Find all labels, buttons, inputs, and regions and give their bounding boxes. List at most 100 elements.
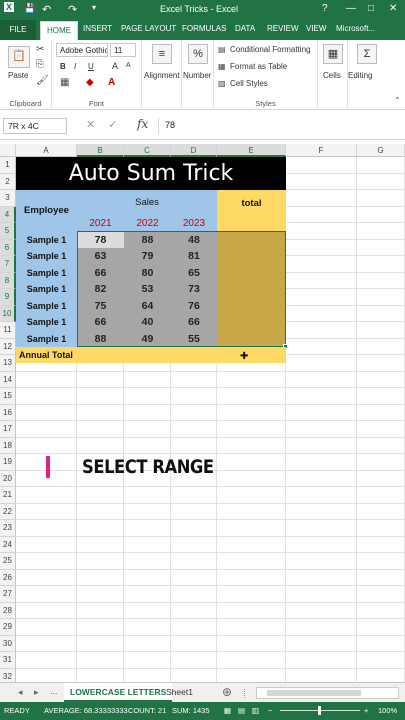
row-header-16[interactable]: 17 [0,421,16,438]
column-header-1[interactable]: B [77,144,124,157]
percent-icon[interactable]: % [188,44,208,64]
employee-name-cell[interactable]: Sample 1 [16,297,77,314]
row-header-15[interactable]: 16 [0,404,16,421]
more-sheets-icon[interactable]: ... [50,686,58,696]
editing-label[interactable]: Editing [348,71,372,80]
column-header-5[interactable]: F [286,144,357,157]
number-label[interactable]: Number [183,71,211,80]
row-header-17[interactable]: 18 [0,437,16,454]
help-button[interactable]: ? [322,3,328,14]
row-header-3[interactable]: 4 [0,206,16,223]
row-header-20[interactable]: 21 [0,487,16,504]
worksheet-grid[interactable]: A B C D E F G 1 2 3 4 5 6 7 8 9 10 11 12 13 14 15 16 17 18 19 20 21… [0,144,405,682]
maximize-button[interactable]: □ [368,3,374,14]
tab-insert[interactable]: INSERT [83,24,112,33]
sheet-tab-sheet1[interactable]: Sheet1 [166,687,193,697]
customize-quick-access-icon[interactable]: ▾ [92,3,96,12]
row-header-4[interactable]: 5 [0,223,16,240]
format-painter-icon[interactable]: 🖌 [36,76,49,86]
zoom-slider-thumb[interactable] [318,706,321,715]
row-header-9[interactable]: 10 [0,305,16,322]
add-sheet-icon[interactable]: ⊕ [222,685,232,699]
page-layout-view-icon[interactable]: ▤ [238,706,245,715]
row-header-27[interactable]: 28 [0,602,16,619]
font-size-box[interactable]: 11 [110,43,136,57]
paste-label[interactable]: Paste [8,71,28,80]
zoom-in-icon[interactable]: + [364,706,368,715]
row-header-12[interactable]: 13 [0,355,16,372]
undo-icon[interactable]: ↶ [42,3,51,16]
year-header-2[interactable]: 2023 [171,214,217,232]
name-box[interactable]: 7R x 4C [3,118,67,134]
cells-label[interactable]: Cells [323,71,341,80]
select-all-corner[interactable] [0,144,16,157]
row-header-23[interactable]: 24 [0,536,16,553]
column-header-3[interactable]: D [171,144,217,157]
collapse-ribbon-icon[interactable]: ⌃ [394,96,401,106]
employee-name-cell[interactable]: Sample 1 [16,247,77,265]
zoom-slider[interactable] [280,706,360,715]
account-name[interactable]: Microsoft... [336,24,375,33]
employee-name-cell[interactable]: Sample 1 [16,231,77,248]
editing-icon[interactable]: Σ [357,44,377,64]
row-header-28[interactable]: 29 [0,619,16,636]
row-header-26[interactable]: 27 [0,586,16,603]
shrink-font-button[interactable]: A [126,62,131,69]
cell-styles-button[interactable]: Cell Styles [230,79,268,88]
row-header-13[interactable]: 14 [0,371,16,388]
row-header-30[interactable]: 31 [0,652,16,669]
row-header-25[interactable]: 26 [0,569,16,586]
employee-header[interactable]: Employee [16,190,77,232]
row-header-24[interactable]: 25 [0,553,16,570]
insert-function-icon[interactable]: fx [137,117,148,131]
row-header-14[interactable]: 15 [0,388,16,405]
row-header-1[interactable]: 2 [0,173,16,190]
cell-styles-icon[interactable]: ▧ [218,79,226,89]
font-name-box[interactable]: Adobe Gothic [56,43,108,57]
year-header-0[interactable]: 2021 [77,214,124,232]
row-header-21[interactable]: 22 [0,503,16,520]
redo-icon[interactable]: ↷ [68,3,77,16]
tab-data[interactable]: DATA [235,24,255,33]
sales-header[interactable]: Sales [77,190,217,215]
tab-home[interactable]: HOME [40,21,78,40]
row-header-11[interactable]: 12 [0,338,16,355]
tab-page-layout[interactable]: PAGE LAYOUT [121,24,176,33]
prev-sheet-icon[interactable]: ◂ [18,687,23,698]
underline-button[interactable]: U [88,62,94,71]
row-header-6[interactable]: 7 [0,256,16,273]
conditional-formatting-button[interactable]: Conditional Formatting [230,45,310,54]
alignment-icon[interactable]: ≡ [152,44,172,64]
page-break-view-icon[interactable]: ▥ [252,706,259,715]
horizontal-scrollbar[interactable] [256,687,399,699]
normal-view-icon[interactable]: ▦ [224,706,231,715]
tab-view[interactable]: VIEW [306,24,326,33]
employee-name-cell[interactable]: Sample 1 [16,280,77,298]
formula-input[interactable]: 78 [158,118,402,134]
row-header-18[interactable]: 19 [0,454,16,471]
row-header-19[interactable]: 20 [0,470,16,487]
row-header-10[interactable]: 11 [0,322,16,339]
cells-icon[interactable]: ▦ [323,44,343,64]
employee-name-cell[interactable]: Sample 1 [16,313,77,331]
row-header-7[interactable]: 8 [0,272,16,289]
tab-formulas[interactable]: FORMULAS [182,24,226,33]
minimize-button[interactable]: — [346,3,356,14]
employee-name-cell[interactable]: Sample 1 [16,264,77,281]
borders-icon[interactable]: ▦ [60,78,69,88]
copy-icon[interactable]: ⎘ [36,60,44,70]
conditional-formatting-icon[interactable]: ▤ [218,45,226,55]
row-header-8[interactable]: 9 [0,289,16,306]
italic-button[interactable]: I [74,62,76,71]
close-button[interactable]: ✕ [389,3,397,14]
sheet-title[interactable]: Auto Sum Trick [16,157,286,190]
column-header-6[interactable]: G [357,144,405,157]
column-header-0[interactable]: A [16,144,77,157]
row-header-5[interactable]: 6 [0,239,16,256]
tab-review[interactable]: REVIEW [267,24,299,33]
format-as-table-button[interactable]: Format as Table [230,62,287,71]
row-header-22[interactable]: 23 [0,520,16,537]
cancel-icon[interactable]: ✕ [86,119,95,131]
tab-splitter[interactable] [244,689,247,698]
year-header-1[interactable]: 2022 [124,214,171,232]
